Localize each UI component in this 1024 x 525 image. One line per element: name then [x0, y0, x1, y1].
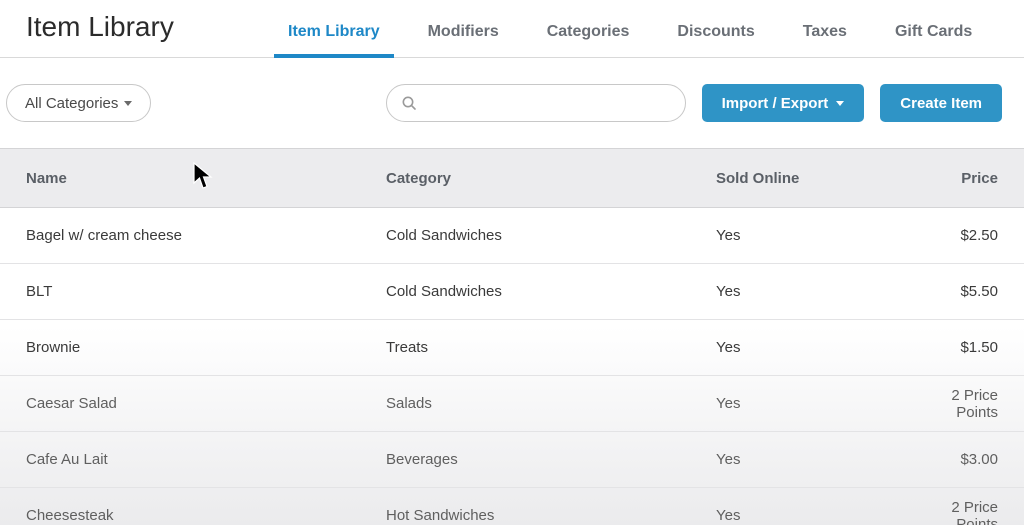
- tab-gift-cards[interactable]: Gift Cards: [895, 23, 972, 57]
- chevron-down-icon: [836, 101, 844, 106]
- col-sold-online[interactable]: Sold Online: [716, 170, 906, 187]
- cell-sold-online: Yes: [716, 339, 906, 356]
- search-input[interactable]: [425, 95, 671, 112]
- create-item-button[interactable]: Create Item: [880, 84, 1002, 122]
- chevron-down-icon: [124, 101, 132, 106]
- header-bar: Item Library Item Library Modifiers Cate…: [0, 0, 1024, 58]
- tab-taxes[interactable]: Taxes: [803, 23, 847, 57]
- cell-name: Cafe Au Lait: [26, 451, 386, 468]
- cell-category: Beverages: [386, 451, 716, 468]
- tabs: Item Library Modifiers Categories Discou…: [288, 0, 972, 57]
- cell-name: Cheesesteak: [26, 507, 386, 524]
- col-name[interactable]: Name: [26, 170, 386, 187]
- cell-sold-online: Yes: [716, 451, 906, 468]
- page-title: Item Library: [26, 11, 288, 57]
- cell-price: 2 Price Points: [906, 499, 998, 525]
- import-export-label: Import / Export: [722, 95, 829, 112]
- tab-categories[interactable]: Categories: [547, 23, 630, 57]
- cell-category: Hot Sandwiches: [386, 507, 716, 524]
- cell-price: $3.00: [906, 451, 998, 468]
- tab-item-library[interactable]: Item Library: [288, 23, 380, 57]
- cell-price: $1.50: [906, 339, 998, 356]
- tab-modifiers[interactable]: Modifiers: [428, 23, 499, 57]
- cell-name: BLT: [26, 283, 386, 300]
- col-price[interactable]: Price: [906, 170, 998, 187]
- category-filter-dropdown[interactable]: All Categories: [6, 84, 151, 122]
- search-icon: [401, 95, 417, 111]
- table-row[interactable]: Caesar Salad Salads Yes 2 Price Points: [0, 376, 1024, 432]
- cell-sold-online: Yes: [716, 395, 906, 412]
- table-header: Name Category Sold Online Price: [0, 148, 1024, 208]
- cell-name: Bagel w/ cream cheese: [26, 227, 386, 244]
- cell-category: Cold Sandwiches: [386, 227, 716, 244]
- cell-price: 2 Price Points: [906, 387, 998, 421]
- cell-category: Cold Sandwiches: [386, 283, 716, 300]
- create-item-label: Create Item: [900, 95, 982, 112]
- table-row[interactable]: Brownie Treats Yes $1.50: [0, 320, 1024, 376]
- cell-name: Caesar Salad: [26, 395, 386, 412]
- tab-discounts[interactable]: Discounts: [677, 23, 754, 57]
- cell-category: Salads: [386, 395, 716, 412]
- col-category[interactable]: Category: [386, 170, 716, 187]
- category-filter-label: All Categories: [25, 95, 118, 112]
- table-row[interactable]: BLT Cold Sandwiches Yes $5.50: [0, 264, 1024, 320]
- search-field[interactable]: [386, 84, 686, 122]
- import-export-button[interactable]: Import / Export: [702, 84, 865, 122]
- cell-price: $2.50: [906, 227, 998, 244]
- items-table: Name Category Sold Online Price Bagel w/…: [0, 148, 1024, 525]
- cell-sold-online: Yes: [716, 283, 906, 300]
- cell-category: Treats: [386, 339, 716, 356]
- cell-name: Brownie: [26, 339, 386, 356]
- cell-sold-online: Yes: [716, 227, 906, 244]
- table-row[interactable]: Cheesesteak Hot Sandwiches Yes 2 Price P…: [0, 488, 1024, 525]
- cell-sold-online: Yes: [716, 507, 906, 524]
- cell-price: $5.50: [906, 283, 998, 300]
- table-row[interactable]: Bagel w/ cream cheese Cold Sandwiches Ye…: [0, 208, 1024, 264]
- toolbar: All Categories Import / Export Create It…: [0, 58, 1024, 148]
- table-row[interactable]: Cafe Au Lait Beverages Yes $3.00: [0, 432, 1024, 488]
